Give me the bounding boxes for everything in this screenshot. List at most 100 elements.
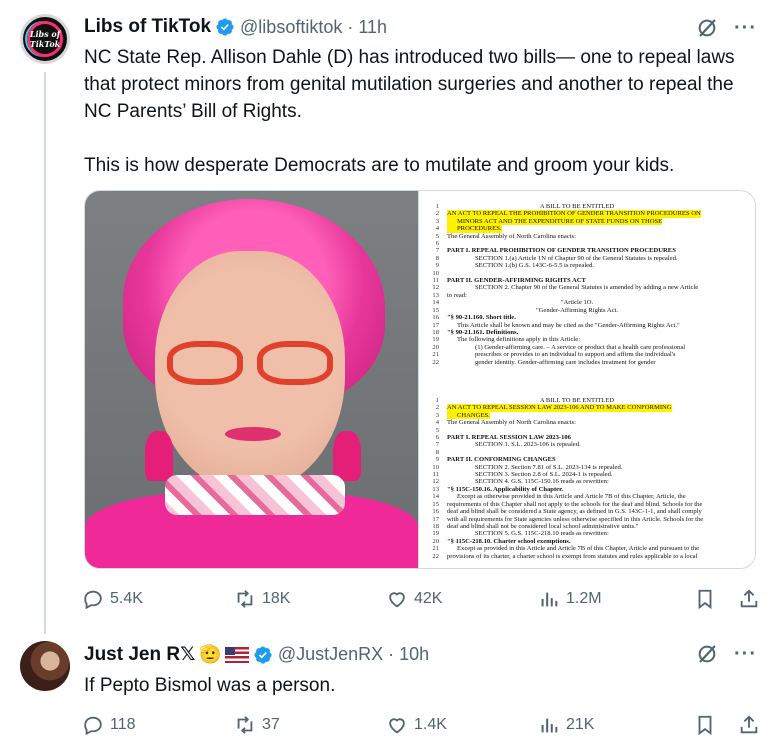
bill-line: 15 requirements of this Chapter shall not… (425, 501, 747, 508)
bill-line: 6 (425, 240, 747, 247)
reply-count: 5.4K (110, 590, 143, 607)
views-button[interactable]: 1.2M (538, 588, 602, 610)
bill-line: 7 SECTION 1. S.L. 2023-106 is repealed. (425, 441, 747, 448)
bill-line: 16 "§ 90-21.160. Short title. (425, 314, 747, 321)
bill-line: 17 This Article shall be known and may be… (425, 322, 747, 329)
timestamp[interactable]: 10h (399, 644, 429, 665)
line-text: "Gender-Affirming Rights Act. (535, 306, 619, 314)
bill-line: 18 "§ 90-21.161. Definitions. (425, 329, 747, 336)
line-text: This Article shall be known and may be c… (457, 321, 680, 329)
bill-line: 6 PART I. REPEAL SESSION LAW 2023-106 (425, 434, 747, 441)
line-text: SECTION 4. G.S. 115C-150.16 reads as rew… (475, 478, 609, 486)
line-number: 22 (432, 552, 439, 560)
views-count: 1.2M (566, 590, 602, 607)
line-text: deaf and blind shall not be considered l… (447, 522, 639, 530)
bill-line: 2 AN ACT TO REPEAL THE PROHIBITION OF GEN… (425, 210, 747, 218)
line-number: 16 (432, 508, 439, 516)
bookmark-icon[interactable] (694, 714, 716, 736)
bookmark-icon[interactable] (694, 588, 716, 610)
line-text: A BILL TO BE ENTITLED (539, 397, 615, 404)
line-number: 8 (435, 448, 439, 456)
reply-icon (84, 590, 102, 610)
display-name[interactable]: Just Jen R𝕏 (84, 643, 195, 666)
line-text: "§ 115C-218.10. Charter school exemption… (447, 537, 571, 545)
like-count: 1.4K (414, 716, 447, 733)
like-button[interactable]: 42K (386, 588, 442, 610)
bill-line: 18 deaf and blind shall not be considered… (425, 523, 747, 530)
line-number: 21 (432, 545, 439, 553)
bill-document-image[interactable]: 1 A BILL TO BE ENTITLED 2 AN ACT TO REPEAL … (418, 191, 755, 568)
separator-dot: · (347, 16, 354, 37)
bill-line: 13 "§ 115C-150.16. Applicability of Chapt… (425, 486, 747, 493)
line-number: 22 (432, 358, 439, 366)
bill-line: 16 deaf and blind shall be considered a S… (425, 508, 747, 515)
line-text: Except as otherwise provided in this Art… (457, 493, 686, 501)
line-number: 4 (435, 419, 439, 427)
share-icon[interactable] (738, 714, 760, 736)
bill-line: 8 (425, 449, 747, 456)
like-button[interactable]: 1.4K (386, 714, 447, 736)
avatar-justjenrx[interactable] (20, 641, 70, 691)
bill-line: 7 PART I. REPEAL PROHIBITION OF GENDER TR… (425, 247, 747, 254)
timestamp[interactable]: 11h (358, 17, 387, 38)
repost-button[interactable]: 18K (234, 588, 290, 610)
line-text: PART I. REPEAL PROHIBITION OF GENDER TRA… (447, 247, 676, 255)
line-text: "§ 90-21.161. Definitions. (447, 328, 519, 336)
line-text: PART I. REPEAL SESSION LAW 2023-106 (447, 434, 571, 442)
line-text: prescribes or provides to an individual … (475, 351, 676, 359)
bill-line: 21 prescribes or provides to an individua… (425, 351, 747, 358)
bill-line: 14 "Article 1O. (425, 299, 747, 306)
bill-line: 12 SECTION 2. Chapter 90 of the General S… (425, 284, 747, 291)
more-icon[interactable]: ··· (734, 644, 757, 664)
line-text: PART II. GENDER-AFFIRMING RIGHTS ACT (447, 277, 586, 285)
media-attachment[interactable]: 1 A BILL TO BE ENTITLED 2 AN ACT TO REPEAL … (84, 190, 756, 569)
line-number: 9 (435, 262, 439, 270)
line-text: PROCEDURES. (447, 225, 502, 233)
line-number: 5 (435, 232, 439, 240)
handle[interactable]: @libsoftiktok (240, 17, 342, 38)
line-number: 1 (435, 203, 439, 210)
line-number: 19 (432, 530, 439, 538)
bill-section: 1 A BILL TO BE ENTITLED 2 AN ACT TO REPEAL … (425, 203, 747, 389)
grok-icon[interactable] (696, 17, 718, 39)
line-number: 15 (432, 306, 439, 314)
tweet-top-actions: ··· (696, 17, 757, 39)
reply-button[interactable]: 5.4K (82, 588, 143, 610)
line-text: (1) Gender-affirming care. – A service o… (475, 343, 686, 351)
line-text: with all requirements for State agencies… (447, 515, 704, 523)
photo-earring (333, 431, 361, 481)
line-number: 20 (432, 343, 439, 351)
verified-badge-icon[interactable] (215, 17, 235, 37)
line-text: SECTION 3. Section 2.8 of S.L. 2024-1 is… (475, 471, 613, 479)
repost-button[interactable]: 37 (234, 714, 280, 736)
line-number: 6 (435, 240, 439, 248)
line-text: "§ 90-21.160. Short title. (447, 314, 516, 322)
display-name[interactable]: Libs of TikTok (84, 16, 211, 38)
bill-line: 19 SECTION 5. G.S. 115C-218.10 reads as r… (425, 530, 747, 537)
more-icon[interactable]: ··· (734, 18, 757, 38)
line-number: 11 (432, 277, 439, 285)
verified-badge-icon[interactable] (253, 645, 273, 665)
tweet-paragraph: This is how desperate Democrats are to m… (84, 155, 675, 176)
tweet-secondary-actions (694, 588, 760, 610)
reply-button[interactable]: 118 (82, 714, 136, 736)
portrait-photo[interactable] (85, 191, 418, 568)
share-icon[interactable] (738, 588, 760, 610)
bill-line: 22 provisions of its charter, a charter s… (425, 553, 747, 560)
handle[interactable]: @JustJenRX (278, 644, 383, 665)
line-text: SECTION 2. Section 7.81 of S.L. 2023-134… (475, 463, 623, 471)
line-number: 14 (432, 299, 439, 307)
views-button[interactable]: 21K (538, 714, 594, 736)
line-text: Except as provided in this Article and A… (457, 545, 700, 553)
line-number: 10 (432, 463, 439, 471)
line-text: The following definitions apply in this … (457, 336, 581, 344)
line-number: 9 (435, 456, 439, 464)
line-text: SECTION 1. S.L. 2023-106 is repealed. (475, 441, 581, 449)
line-text: provisions of its charter, a charter sch… (447, 552, 698, 560)
grok-icon[interactable] (696, 643, 718, 665)
bill-line: 3 MINORS ACT AND THE EXPENDITURE OF STATE… (425, 217, 747, 226)
tweet-header: Libs of TikTok @libsoftiktok · 11h (84, 16, 387, 38)
line-number: 17 (432, 321, 439, 329)
avatar-libsoftiktok[interactable]: Libs of TikTok (20, 14, 70, 64)
line-number: 20 (432, 537, 439, 545)
